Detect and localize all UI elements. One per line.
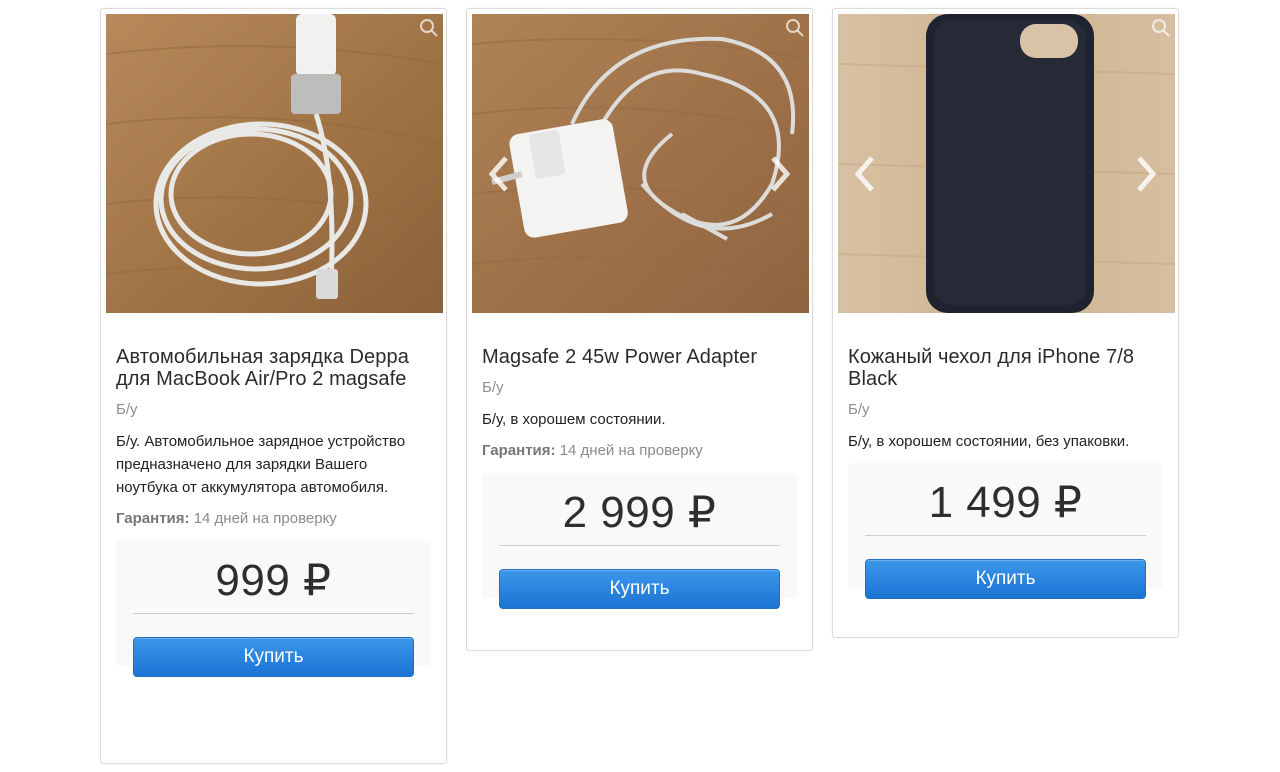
- buy-box: 999 ₽ Купить: [116, 541, 431, 677]
- zoom-icon[interactable]: [1151, 18, 1171, 38]
- product-card: Автомобильная зарядка Deppa для MacBook …: [100, 8, 447, 764]
- product-title[interactable]: Magsafe 2 45w Power Adapter: [482, 346, 797, 368]
- product-warranty: Гарантия: 14 дней на проверку: [116, 509, 431, 529]
- product-price: 2 999 ₽: [499, 487, 780, 546]
- product-condition: Б/у: [482, 379, 504, 396]
- product-price: 1 499 ₽: [865, 477, 1146, 536]
- previous-photo-arrow-icon[interactable]: [850, 154, 880, 194]
- product-condition: Б/у: [116, 401, 138, 418]
- warranty-label: Гарантия:: [116, 510, 190, 527]
- previous-photo-arrow-icon[interactable]: [484, 154, 514, 194]
- product-condition: Б/у: [848, 401, 870, 418]
- product-card: Magsafe 2 45w Power Adapter Б/у Б/у, в х…: [466, 8, 813, 651]
- next-photo-arrow-icon[interactable]: [1131, 154, 1161, 194]
- product-info: Magsafe 2 45w Power Adapter Б/у Б/у, в х…: [482, 346, 797, 609]
- buy-box: 2 999 ₽ Купить: [482, 473, 797, 609]
- product-title[interactable]: Кожаный чехол для iPhone 7/8 Black: [848, 346, 1163, 390]
- zoom-icon[interactable]: [785, 18, 805, 38]
- warranty-value: 14 дней на проверку: [193, 510, 337, 527]
- product-info: Автомобильная зарядка Deppa для MacBook …: [116, 346, 431, 677]
- warranty-value: 14 дней на проверку: [559, 442, 703, 459]
- warranty-label: Гарантия:: [482, 442, 556, 459]
- product-price: 999 ₽: [133, 555, 414, 614]
- product-description: Б/у, в хорошем состоянии, без упаковки.: [848, 433, 1130, 450]
- product-photo[interactable]: [472, 14, 809, 313]
- next-photo-arrow-icon[interactable]: [765, 154, 795, 194]
- product-photo[interactable]: [838, 14, 1175, 313]
- product-description: Б/у, в хорошем состоянии.: [482, 411, 666, 428]
- product-card: Кожаный чехол для iPhone 7/8 Black Б/у Б…: [832, 8, 1179, 638]
- buy-button[interactable]: Купить: [499, 569, 780, 609]
- zoom-icon[interactable]: [419, 18, 439, 38]
- product-warranty: Гарантия: 14 дней на проверку: [482, 441, 797, 461]
- product-photo[interactable]: [106, 14, 443, 313]
- buy-button[interactable]: Купить: [865, 559, 1146, 599]
- product-info: Кожаный чехол для iPhone 7/8 Black Б/у Б…: [848, 346, 1163, 599]
- buy-box: 1 499 ₽ Купить: [848, 463, 1163, 599]
- product-description: Б/у. Автомобильное зарядное устройство п…: [116, 433, 406, 496]
- buy-button[interactable]: Купить: [133, 637, 414, 677]
- product-title[interactable]: Автомобильная зарядка Deppa для MacBook …: [116, 346, 431, 390]
